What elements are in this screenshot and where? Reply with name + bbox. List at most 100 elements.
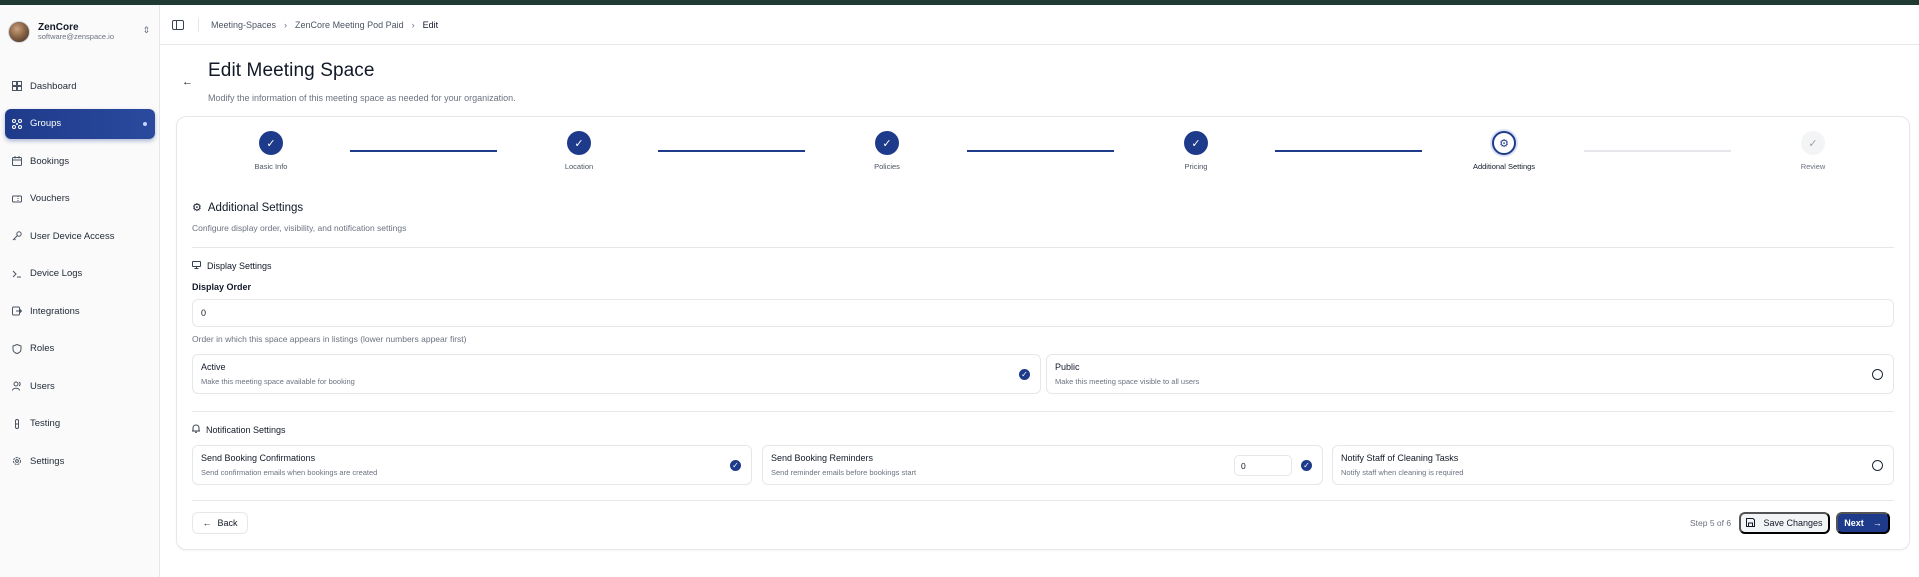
check-circle-icon: ✓ bbox=[1801, 131, 1825, 155]
public-checkbox[interactable] bbox=[1872, 369, 1883, 380]
sidebar-item-settings[interactable]: Settings bbox=[5, 446, 155, 476]
step-review[interactable]: ✓ Review bbox=[1773, 131, 1853, 171]
section-title-text: Additional Settings bbox=[207, 201, 304, 214]
arrow-left-icon: ← bbox=[202, 518, 212, 528]
monitor-icon bbox=[192, 261, 201, 271]
step-label: Policies bbox=[874, 162, 900, 171]
save-changes-button[interactable]: Save Changes bbox=[1739, 512, 1830, 534]
sidebar-item-users[interactable]: Users bbox=[5, 371, 155, 401]
sidebar-item-label: User Device Access bbox=[30, 230, 115, 242]
display-order-label: Display Order bbox=[192, 282, 252, 292]
confirmations-checkbox[interactable]: ✓ bbox=[730, 460, 741, 471]
step-label: Location bbox=[564, 162, 594, 171]
active-indicator-dot bbox=[143, 121, 147, 126]
section-description: Configure display order, visibility, and… bbox=[192, 223, 407, 233]
cleaning-checkbox[interactable] bbox=[1872, 460, 1883, 471]
step-connector bbox=[1275, 150, 1422, 152]
ticket-icon bbox=[11, 193, 23, 205]
reminders-description: Send reminder emails before bookings sta… bbox=[771, 468, 917, 477]
section-title: ⚙ Additional Settings bbox=[192, 201, 304, 215]
next-button[interactable]: Next → bbox=[1836, 512, 1890, 534]
edit-form-card: ✓ Basic Info ✓ Location ✓ Policies ✓ Pri… bbox=[176, 116, 1910, 550]
groups-icon bbox=[11, 118, 23, 130]
active-checkbox[interactable]: ✓ bbox=[1019, 369, 1030, 380]
sidebar-item-label: Dashboard bbox=[30, 80, 77, 92]
terminal-icon bbox=[11, 268, 23, 280]
sidebar-item-label: Vouchers bbox=[30, 193, 70, 204]
public-description: Make this meeting space visible to all u… bbox=[1055, 377, 1200, 386]
step-label: Pricing bbox=[1184, 162, 1208, 171]
save-icon bbox=[1746, 517, 1756, 529]
step-location[interactable]: ✓ Location bbox=[539, 131, 619, 171]
public-toggle-card[interactable]: Public Make this meeting space visible t… bbox=[1046, 354, 1894, 394]
chevron-right-icon: › bbox=[411, 19, 415, 30]
check-icon: ✓ bbox=[1184, 131, 1208, 155]
display-settings-heading: Display Settings bbox=[192, 261, 272, 271]
chevron-up-down-icon: ⇕ bbox=[142, 25, 150, 35]
sidebar-item-integrations[interactable]: Integrations bbox=[5, 296, 155, 326]
sidebar-item-user-device-access[interactable]: User Device Access bbox=[5, 221, 155, 251]
gear-icon bbox=[11, 455, 23, 467]
check-icon: ✓ bbox=[259, 131, 283, 155]
notification-settings-heading: Notification Settings bbox=[191, 424, 286, 435]
plug-icon bbox=[11, 305, 23, 317]
back-button[interactable]: ← Back bbox=[192, 512, 248, 534]
reminders-hours-input[interactable] bbox=[1234, 455, 1292, 476]
sidebar-item-vouchers[interactable]: Vouchers bbox=[5, 184, 155, 214]
shield-icon bbox=[11, 343, 23, 355]
divider bbox=[192, 411, 1894, 412]
check-icon: ✓ bbox=[875, 131, 899, 155]
cleaning-tasks-card[interactable]: Notify Staff of Cleaning Tasks Notify st… bbox=[1332, 445, 1894, 485]
sidebar-toggle-icon[interactable] bbox=[172, 19, 184, 30]
active-description: Make this meeting space available for bo… bbox=[201, 377, 355, 386]
sidebar-nav: Dashboard Groups Bookings Vouchers User … bbox=[5, 71, 155, 484]
booking-reminders-card[interactable]: Send Booking Reminders Send reminder ema… bbox=[762, 445, 1323, 485]
step-basic-info[interactable]: ✓ Basic Info bbox=[231, 131, 311, 171]
confirmations-title: Send Booking Confirmations bbox=[201, 453, 316, 463]
step-connector bbox=[1584, 150, 1731, 152]
sidebar: ZenCore software@zenspace.io ⇕ Dashboard… bbox=[0, 5, 160, 577]
back-arrow-icon[interactable]: ← bbox=[182, 76, 193, 88]
org-email: software@zenspace.io bbox=[38, 32, 114, 42]
confirmations-description: Send confirmation emails when bookings a… bbox=[201, 468, 378, 477]
sidebar-item-label: Device Logs bbox=[30, 268, 83, 279]
dashboard-icon bbox=[11, 80, 23, 92]
sidebar-item-roles[interactable]: Roles bbox=[5, 334, 155, 364]
display-order-input[interactable] bbox=[192, 299, 1894, 327]
bell-icon bbox=[191, 424, 201, 435]
active-toggle-card[interactable]: Active Make this meeting space available… bbox=[192, 354, 1041, 394]
sidebar-item-label: Users bbox=[30, 380, 55, 392]
active-title: Active bbox=[201, 362, 226, 372]
next-button-label: Next bbox=[1844, 518, 1864, 528]
divider bbox=[192, 247, 1894, 248]
back-button-label: Back bbox=[217, 518, 238, 528]
sidebar-item-bookings[interactable]: Bookings bbox=[5, 146, 155, 176]
sidebar-item-groups[interactable]: Groups bbox=[5, 108, 155, 139]
gear-icon: ⚙ bbox=[192, 202, 202, 214]
breadcrumb-current: Edit bbox=[422, 19, 439, 30]
save-button-label: Save Changes bbox=[1763, 518, 1823, 528]
breadcrumb-meeting-spaces[interactable]: Meeting-Spaces bbox=[211, 20, 276, 30]
check-icon: ✓ bbox=[567, 131, 591, 155]
booking-confirmations-card[interactable]: Send Booking Confirmations Send confirma… bbox=[192, 445, 752, 485]
sidebar-item-dashboard[interactable]: Dashboard bbox=[5, 71, 155, 101]
public-title: Public bbox=[1055, 362, 1080, 372]
step-pricing[interactable]: ✓ Pricing bbox=[1156, 131, 1236, 171]
step-additional-settings[interactable]: ⚙ Additional Settings bbox=[1464, 131, 1544, 171]
sidebar-item-testing[interactable]: Testing bbox=[5, 409, 155, 439]
sidebar-item-label: Bookings bbox=[30, 155, 70, 167]
org-switcher[interactable]: ZenCore software@zenspace.io ⇕ bbox=[8, 15, 154, 49]
breadcrumb: Meeting-Spaces › ZenCore Meeting Pod Pai… bbox=[211, 20, 438, 30]
step-counter: Step 5 of 6 bbox=[1690, 518, 1732, 528]
sidebar-item-label: Integrations bbox=[30, 305, 80, 317]
divider bbox=[192, 500, 1894, 501]
display-settings-heading-text: Display Settings bbox=[207, 261, 272, 271]
step-label: Basic Info bbox=[254, 162, 288, 171]
reminders-checkbox[interactable]: ✓ bbox=[1301, 460, 1312, 471]
breadcrumb-meeting-pod[interactable]: ZenCore Meeting Pod Paid bbox=[295, 20, 404, 30]
step-policies[interactable]: ✓ Policies bbox=[847, 131, 927, 171]
avatar bbox=[8, 21, 30, 43]
page-subtitle: Modify the information of this meeting s… bbox=[208, 93, 516, 103]
chevron-right-icon: › bbox=[284, 19, 288, 30]
sidebar-item-device-logs[interactable]: Device Logs bbox=[5, 259, 155, 289]
